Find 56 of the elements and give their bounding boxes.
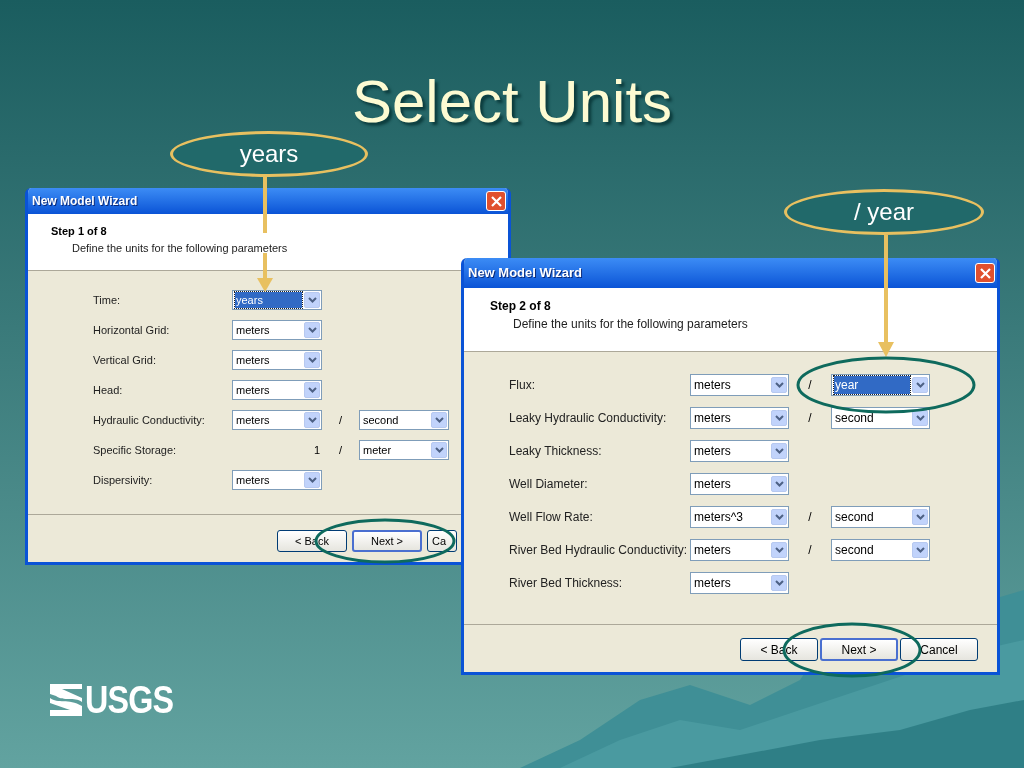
divide-sign: /	[338, 442, 343, 458]
step-heading: Step 2 of 8	[490, 298, 552, 315]
field-label: Hydraulic Conductivity:	[93, 412, 206, 428]
step-heading: Step 1 of 8	[51, 224, 108, 239]
unit-dropdown[interactable]: meters	[232, 380, 322, 400]
unit-dropdown[interactable]: second	[831, 539, 930, 561]
divide-sign: /	[808, 542, 812, 559]
step-description: Define the units for the following parameters	[71, 240, 289, 256]
field-label: Well Diameter:	[509, 476, 589, 493]
field-label: Leaky Hydraulic Conductivity:	[509, 410, 668, 427]
unit-dropdown[interactable]: year	[831, 374, 930, 396]
field-label: River Bed Thickness:	[509, 575, 624, 592]
field-label: Horizontal Grid:	[93, 322, 171, 338]
field-label: Leaky Thickness:	[509, 443, 603, 460]
field-label: Well Flow Rate:	[509, 509, 594, 526]
step-description: Define the units for the following parameters	[512, 316, 749, 333]
unit-dropdown[interactable]: meter	[359, 440, 449, 460]
close-button[interactable]	[486, 191, 506, 211]
field-label: Specific Storage:	[93, 442, 178, 458]
divide-sign: /	[808, 410, 812, 427]
unit-dropdown[interactable]: meters	[690, 473, 789, 495]
close-icon	[979, 267, 991, 279]
unit-dropdown[interactable]: meters	[690, 374, 789, 396]
unit-dropdown[interactable]: meters	[690, 539, 789, 561]
unit-dropdown[interactable]: meters	[232, 410, 322, 430]
field-label: Dispersivity:	[93, 472, 154, 488]
unit-value: 1	[313, 442, 320, 458]
callout: / year	[784, 189, 984, 235]
field-label: Time:	[93, 292, 122, 308]
field-label: Head:	[93, 382, 124, 398]
callout: years	[170, 131, 368, 177]
field-label: Flux:	[509, 377, 536, 394]
unit-dropdown[interactable]: years	[232, 290, 322, 310]
unit-dropdown[interactable]: second	[831, 506, 930, 528]
unit-dropdown[interactable]: meters^3	[690, 506, 789, 528]
divide-sign: /	[338, 412, 343, 428]
divide-sign: /	[808, 509, 812, 526]
divide-sign: /	[808, 377, 812, 394]
unit-dropdown[interactable]: meters	[690, 572, 789, 594]
wizard-button[interactable]: Next >	[352, 530, 422, 552]
wizard-button[interactable]: Next >	[820, 638, 898, 661]
unit-dropdown[interactable]: meters	[232, 350, 322, 370]
unit-dropdown[interactable]: second	[359, 410, 449, 430]
logo-text: USGS	[85, 682, 174, 718]
unit-dropdown[interactable]: meters	[690, 407, 789, 429]
unit-dropdown[interactable]: meters	[232, 470, 322, 490]
wave-logo-icon	[50, 684, 82, 716]
window-title: New Model Wizard	[32, 193, 138, 210]
close-icon	[490, 195, 502, 207]
field-label: Vertical Grid:	[93, 352, 157, 368]
unit-dropdown[interactable]: meters	[232, 320, 322, 340]
wizard-button[interactable]: Cancel	[900, 638, 978, 661]
unit-dropdown[interactable]: meters	[690, 440, 789, 462]
window-title: New Model Wizard	[468, 264, 582, 283]
field-label: River Bed Hydraulic Conductivity:	[509, 542, 689, 559]
close-button[interactable]	[975, 263, 995, 283]
